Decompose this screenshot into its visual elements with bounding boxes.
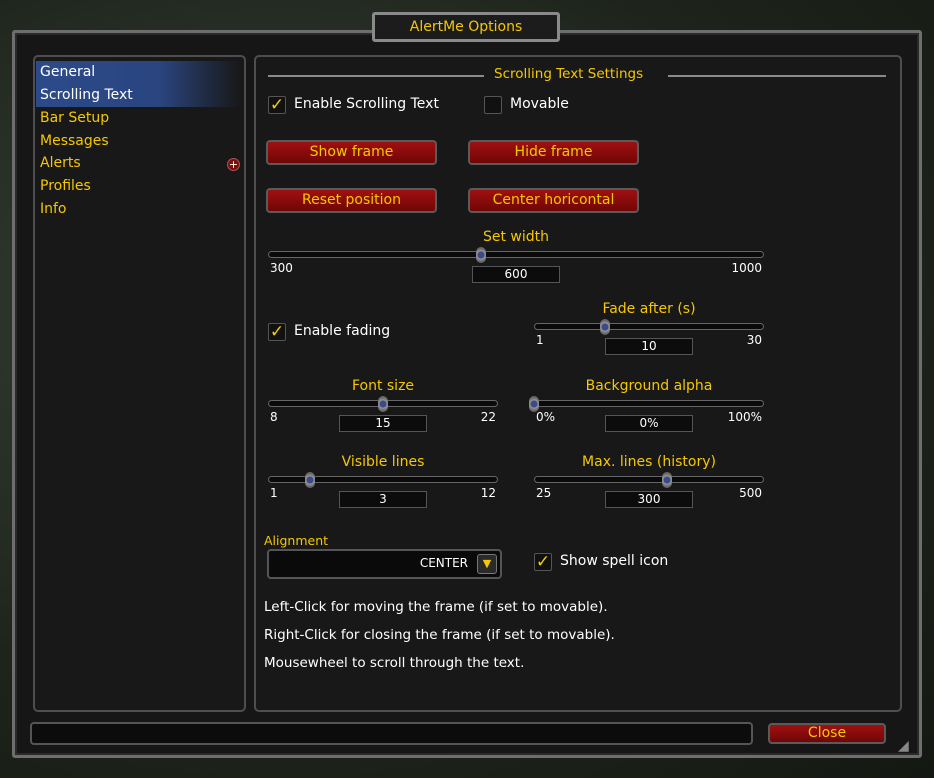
background-alpha-slider[interactable] (534, 400, 764, 407)
sidebar-item-alerts[interactable]: Alerts (40, 152, 240, 174)
enable-scrolling-checkbox[interactable]: ✓ (268, 96, 286, 114)
background-alpha-value-input[interactable]: 0% (605, 415, 693, 432)
chevron-down-icon[interactable]: ▼ (477, 554, 497, 574)
plus-icon[interactable]: + (227, 158, 240, 171)
visible-lines-label: Visible lines (341, 454, 425, 470)
show-spell-icon-label: Show spell icon (560, 553, 669, 569)
max-lines-value-input[interactable]: 300 (605, 491, 693, 508)
set-width-label: Set width (482, 229, 550, 245)
section-title: Scrolling Text Settings (494, 66, 644, 82)
info-text: Mousewheel to scroll through the text. (264, 655, 525, 671)
set-width-value-input[interactable]: 600 (472, 266, 560, 283)
show-frame-button[interactable]: Show frame (266, 140, 437, 165)
show-spell-icon-checkbox[interactable]: ✓ (534, 553, 552, 571)
sidebar-item-messages[interactable]: Messages (40, 130, 240, 152)
visible-lines-value-input[interactable]: 3 (339, 491, 427, 508)
enable-fading-label: Enable fading (294, 323, 391, 339)
info-text: Right-Click for closing the frame (if se… (264, 627, 615, 643)
font-size-label: Font size (351, 378, 415, 394)
divider (268, 75, 484, 77)
hide-frame-button[interactable]: Hide frame (468, 140, 639, 165)
movable-label: Movable (510, 96, 569, 112)
sidebar-item-info[interactable]: Info (40, 198, 240, 220)
enable-fading-checkbox[interactable]: ✓ (268, 323, 286, 341)
sidebar-item-general[interactable]: General (40, 61, 240, 83)
fade-after-value-input[interactable]: 10 (605, 338, 693, 355)
sidebar-item-profiles[interactable]: Profiles (40, 175, 240, 197)
status-bar (30, 722, 753, 745)
max-lines-slider[interactable] (534, 476, 764, 483)
background-alpha-label: Background alpha (585, 378, 713, 394)
fade-after-slider[interactable] (534, 323, 764, 330)
resize-grip-icon[interactable]: ◢ (898, 738, 909, 754)
enable-scrolling-label: Enable Scrolling Text (294, 96, 439, 112)
movable-checkbox[interactable] (484, 96, 502, 114)
alignment-label: Alignment (264, 533, 329, 548)
font-size-value-input[interactable]: 15 (339, 415, 427, 432)
sidebar-item-scrolling-text[interactable]: Scrolling Text (40, 84, 240, 106)
alignment-dropdown[interactable]: CENTER ▼ (267, 549, 502, 579)
window-title[interactable]: AlertMe Options (372, 12, 560, 42)
divider (668, 75, 886, 77)
fade-after-label: Fade after (s) (602, 301, 696, 317)
reset-position-button[interactable]: Reset position (266, 188, 437, 213)
info-text: Left-Click for moving the frame (if set … (264, 599, 608, 615)
visible-lines-slider[interactable] (268, 476, 498, 483)
center-horizontal-button[interactable]: Center horicontal (468, 188, 639, 213)
alignment-value: CENTER (419, 556, 468, 570)
close-button[interactable]: Close (768, 723, 886, 744)
set-width-slider[interactable] (268, 251, 764, 258)
sidebar-item-bar-setup[interactable]: Bar Setup (40, 107, 240, 129)
max-lines-label: Max. lines (history) (582, 454, 716, 470)
